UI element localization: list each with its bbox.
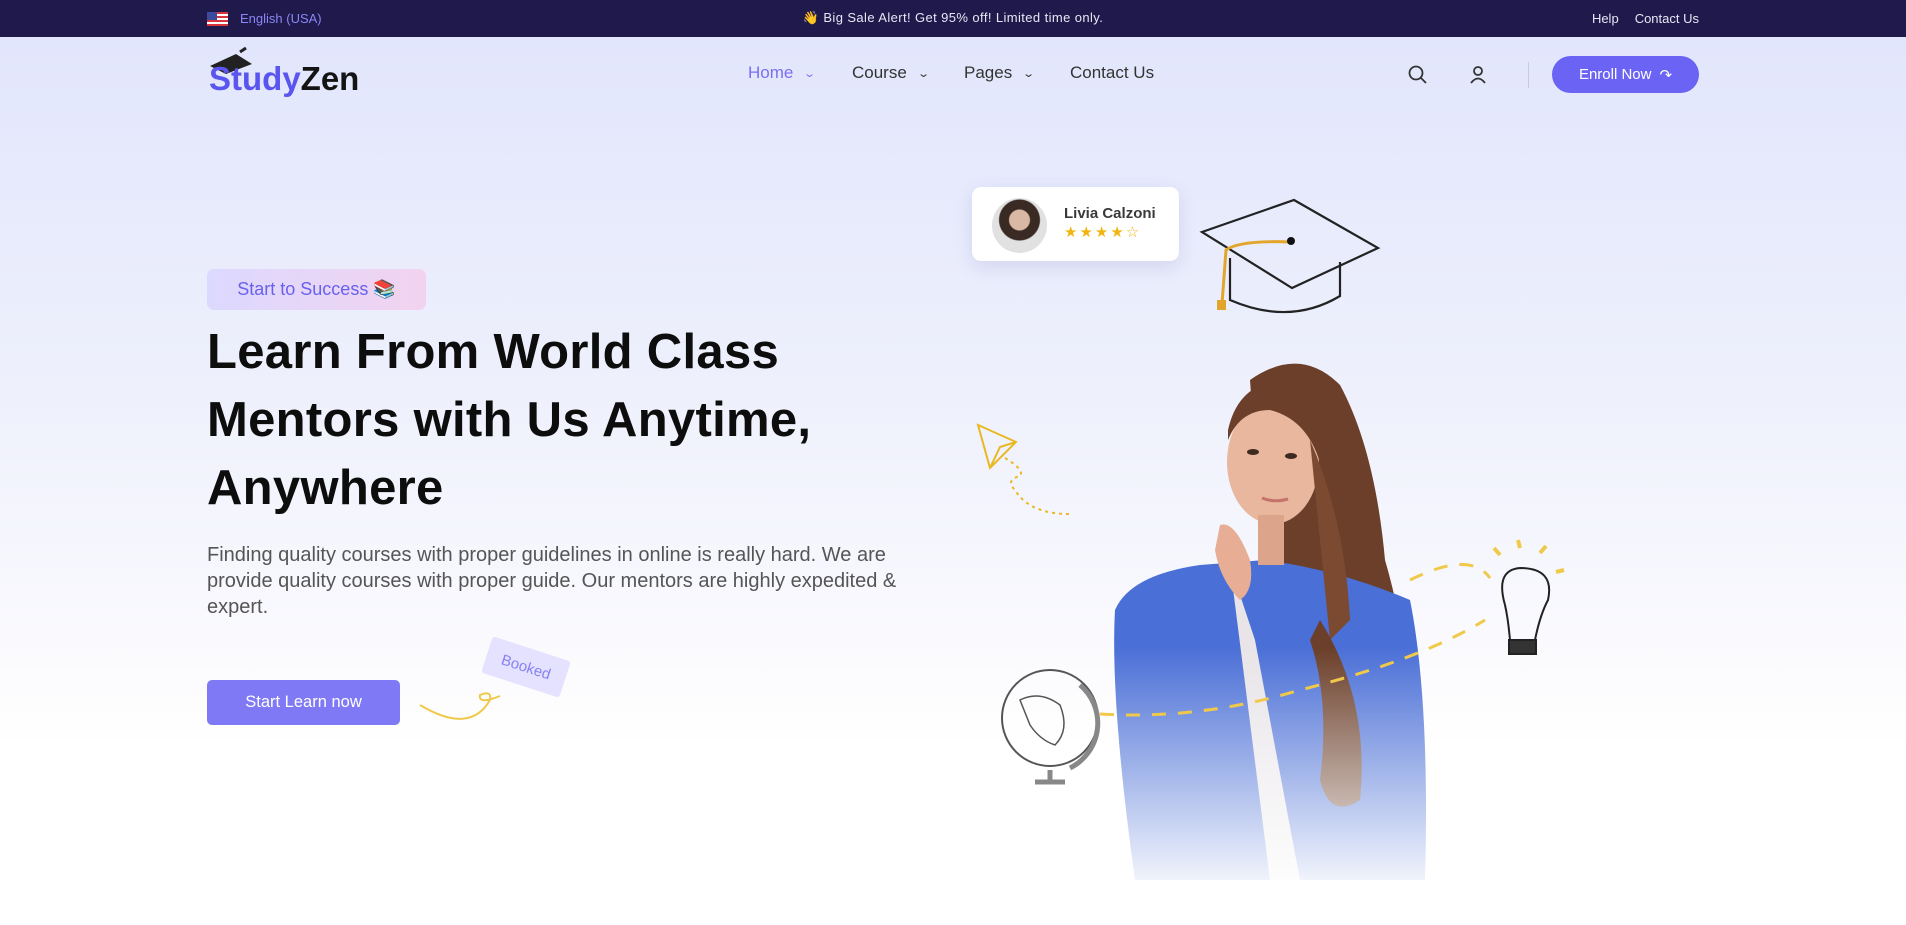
tagline-badge: Start to Success 📚 bbox=[207, 269, 426, 310]
logo-text-zen: Zen bbox=[300, 60, 360, 97]
logo-text-study: Study bbox=[209, 60, 301, 97]
studyzen-logo[interactable]: Study Zen bbox=[209, 52, 359, 98]
user-icon[interactable] bbox=[1467, 64, 1489, 86]
enroll-label: Enroll Now bbox=[1578, 66, 1652, 83]
avatar bbox=[992, 198, 1047, 253]
header-divider bbox=[1528, 62, 1529, 88]
nav-course[interactable]: Course ⌄ bbox=[852, 63, 930, 83]
nav-pages[interactable]: Pages ⌄ bbox=[964, 63, 1036, 83]
contact-link-top[interactable]: Contact Us bbox=[1635, 11, 1699, 26]
nav-home[interactable]: Home ⌄ bbox=[748, 63, 817, 83]
headline-line3: Anywhere bbox=[207, 461, 444, 515]
chevron-down-icon: ⌄ bbox=[803, 67, 817, 80]
wave-icon: 👋 bbox=[802, 10, 820, 25]
review-card: Livia Calzoni ★★★★☆ bbox=[972, 187, 1179, 261]
start-learn-button[interactable]: Start Learn now bbox=[207, 680, 400, 725]
nav-course-label: Course bbox=[852, 63, 907, 82]
headline-line1: Learn From World bbox=[207, 325, 647, 379]
hero-headline: Learn From World Class Mentors with Us A… bbox=[207, 318, 811, 522]
nav-pages-label: Pages bbox=[964, 63, 1013, 82]
sale-text: Big Sale Alert! Get 95% off! Limited tim… bbox=[823, 10, 1104, 25]
chevron-down-icon: ⌄ bbox=[1022, 67, 1036, 80]
arrow-icon: ↷ bbox=[1659, 66, 1673, 84]
chevron-down-icon: ⌄ bbox=[916, 67, 930, 80]
star-rating: ★★★★☆ bbox=[1064, 224, 1142, 241]
headline-line2: Mentors with Us Anytime, bbox=[207, 393, 812, 447]
hero-description: Finding quality courses with proper guid… bbox=[207, 544, 897, 618]
search-icon[interactable] bbox=[1407, 64, 1429, 86]
nav-contact-label: Contact Us bbox=[1070, 63, 1155, 82]
reviewer-name: Livia Calzoni bbox=[1064, 205, 1156, 222]
announcement-bar: English (USA) 👋 Big Sale Alert! Get 95% … bbox=[0, 0, 1906, 37]
help-link[interactable]: Help bbox=[1592, 11, 1619, 26]
headline-highlight: Class bbox=[646, 325, 780, 379]
nav-contact[interactable]: Contact Us bbox=[1070, 63, 1154, 83]
nav-home-label: Home bbox=[748, 63, 794, 82]
enroll-now-button[interactable]: Enroll Now ↷ bbox=[1552, 56, 1699, 93]
